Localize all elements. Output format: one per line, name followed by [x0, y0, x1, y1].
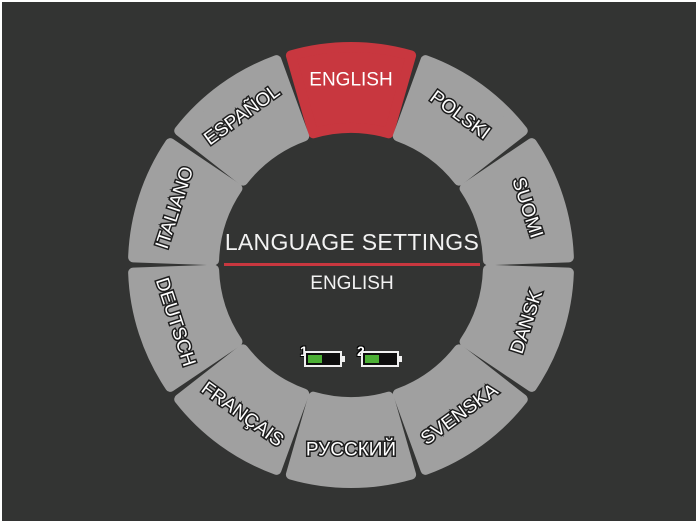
- language-option-russian[interactable]: РУССКИЙ: [285, 391, 417, 488]
- battery-1-terminal: [342, 356, 345, 362]
- battery-indicator-1: 1: [300, 343, 348, 371]
- language-label: РУССКИЙ: [306, 439, 396, 461]
- language-settings-screen: ENGLISH POLSKI SUOMI DANSK SVENSKA РУССКИЙ FRA…: [0, 0, 698, 523]
- title-divider: [224, 263, 480, 266]
- battery-2-terminal: [399, 356, 402, 362]
- battery-1-level: [308, 355, 322, 363]
- battery-indicator-2: 2: [357, 343, 405, 371]
- language-option-english[interactable]: ENGLISH: [285, 42, 417, 139]
- battery-1-icon: [304, 351, 342, 367]
- page-title: LANGUAGE SETTINGS: [224, 229, 480, 255]
- battery-2-level: [365, 355, 379, 363]
- battery-2-icon: [361, 351, 399, 367]
- language-label: ENGLISH: [309, 70, 392, 91]
- current-language-value: ENGLISH: [310, 273, 394, 294]
